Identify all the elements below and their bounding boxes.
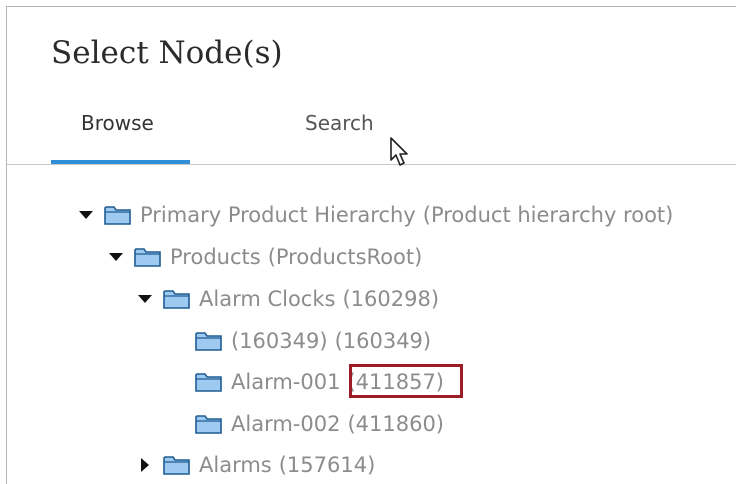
tab-divider (7, 164, 736, 165)
tree-node-alarm-clocks[interactable]: Alarm Clocks (160298) (138, 284, 439, 314)
folder-icon (195, 415, 222, 434)
node-code: (157614) (278, 453, 376, 477)
node-label: Primary Product Hierarchy (140, 203, 416, 227)
tab-search[interactable]: Search (305, 111, 374, 135)
node-code: (411860) (347, 412, 445, 436)
folder-icon (195, 332, 222, 351)
tree-node-products[interactable]: Products (ProductsRoot) (109, 242, 422, 272)
folder-icon (163, 290, 190, 309)
node-code: (160298) (342, 287, 440, 311)
node-label: Alarm-002 (231, 412, 341, 436)
tab-browse[interactable]: Browse (81, 111, 154, 135)
folder-icon (134, 248, 161, 267)
node-label: (160349) (231, 329, 328, 353)
tree-node-alarm-002[interactable]: Alarm-002 (411860) (195, 409, 444, 439)
folder-icon (163, 456, 190, 475)
expanded-toggle-icon[interactable] (109, 250, 123, 264)
node-label: Alarm-001 (231, 370, 341, 394)
collapsed-toggle-icon[interactable] (138, 458, 152, 472)
tree-node-160349[interactable]: (160349) (160349) (195, 326, 431, 356)
node-label: Products (170, 245, 261, 269)
expanded-toggle-icon[interactable] (79, 208, 93, 222)
node-label: Alarm Clocks (199, 287, 336, 311)
folder-icon (104, 206, 131, 225)
select-node-dialog: Select Node(s) Browse Search Primary Pro… (6, 6, 736, 484)
expanded-toggle-icon[interactable] (138, 292, 152, 306)
dialog-title: Select Node(s) (51, 35, 283, 71)
tree-node-primary-product-hierarchy[interactable]: Primary Product Hierarchy (Product hiera… (79, 200, 673, 230)
highlight-box (349, 364, 463, 398)
tree-node-alarms[interactable]: Alarms (157614) (138, 450, 375, 480)
node-code: (160349) (334, 329, 432, 353)
node-code: (Product hierarchy root) (422, 203, 674, 227)
node-label: Alarms (199, 453, 272, 477)
mouse-pointer-icon (390, 137, 408, 166)
node-code: (ProductsRoot) (267, 245, 423, 269)
folder-icon (195, 373, 222, 392)
